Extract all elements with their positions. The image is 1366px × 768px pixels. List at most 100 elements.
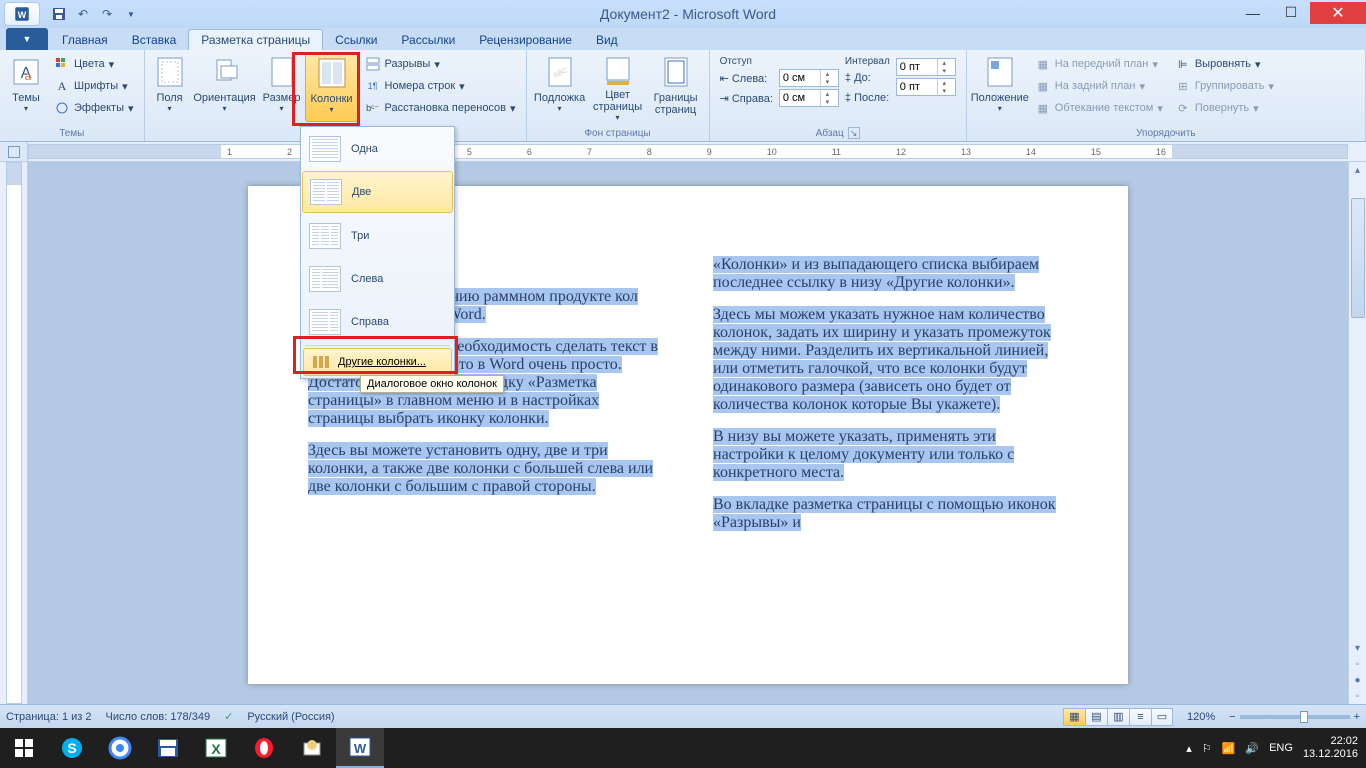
group-page-background: ABC Подложка▾ Цвет страницы▾ Границы стр… xyxy=(527,50,710,141)
menu-three-columns[interactable]: Три xyxy=(301,214,454,257)
tab-references[interactable]: Ссылки xyxy=(323,30,389,50)
browse-prev-icon[interactable]: ◦ xyxy=(1356,656,1360,672)
vertical-scrollbar[interactable]: ▴ ▾ ◦ ● ◦ xyxy=(1348,162,1366,704)
task-opera[interactable] xyxy=(240,728,288,768)
task-chrome[interactable] xyxy=(96,728,144,768)
columns-button[interactable]: Колонки▾ xyxy=(305,52,359,122)
tray-network-icon[interactable]: 📶 xyxy=(1222,742,1236,755)
colors-icon xyxy=(54,56,70,72)
tab-mailings[interactable]: Рассылки xyxy=(389,30,467,50)
indent-left-input[interactable]: ▴▾ xyxy=(779,69,839,87)
vertical-ruler[interactable] xyxy=(0,162,28,704)
wrap-text-button: ▦Обтекание текстом ▾ xyxy=(1033,98,1165,118)
rotate-icon: ⟳ xyxy=(1175,100,1191,116)
status-page[interactable]: Страница: 1 из 2 xyxy=(6,711,92,723)
window-title: Документ2 - Microsoft Word xyxy=(142,6,1234,22)
task-paint[interactable] xyxy=(288,728,336,768)
view-web[interactable]: ▥ xyxy=(1107,708,1129,726)
tab-view[interactable]: Вид xyxy=(584,30,630,50)
svg-text:W: W xyxy=(18,10,27,20)
breaks-icon xyxy=(365,56,381,72)
task-word[interactable]: W xyxy=(336,728,384,768)
position-icon xyxy=(984,56,1016,88)
tray-language[interactable]: ENG xyxy=(1269,742,1293,754)
page-borders-button[interactable]: Границы страниц xyxy=(647,52,705,122)
undo-icon[interactable]: ↶ xyxy=(72,3,94,25)
view-print-layout[interactable]: ▦ xyxy=(1063,708,1085,726)
line-numbers-button[interactable]: 1¶Номера строк ▾ xyxy=(363,76,518,96)
browse-next-icon[interactable]: ◦ xyxy=(1356,688,1360,704)
qat-dropdown-icon[interactable]: ▼ xyxy=(120,3,142,25)
breaks-button[interactable]: Разрывы ▾ xyxy=(363,54,518,74)
tray-show-hidden-icon[interactable]: ▴ xyxy=(1186,742,1192,755)
status-words[interactable]: Число слов: 178/349 xyxy=(106,711,211,723)
browse-object-icon[interactable]: ● xyxy=(1354,672,1360,688)
menu-two-columns[interactable]: Две xyxy=(302,171,453,213)
view-outline[interactable]: ≡ xyxy=(1129,708,1151,726)
menu-right-column[interactable]: Справа xyxy=(301,300,454,343)
bring-front-icon: ▦ xyxy=(1035,56,1051,72)
tray-flag-icon[interactable]: ⚐ xyxy=(1202,742,1212,755)
themes-button[interactable]: Aa Темы ▾ xyxy=(4,52,48,122)
tab-home[interactable]: Главная xyxy=(50,30,120,50)
zoom-in-icon[interactable]: + xyxy=(1354,711,1360,723)
columns-icon xyxy=(316,57,348,89)
horizontal-ruler[interactable]: 1234567 8910111213141516 xyxy=(0,142,1366,162)
wrap-icon: ▦ xyxy=(1035,100,1051,116)
save-icon[interactable] xyxy=(48,3,70,25)
task-skype[interactable]: S xyxy=(48,728,96,768)
tab-page-layout[interactable]: Разметка страницы xyxy=(188,29,323,50)
menu-one-column[interactable]: Одна xyxy=(301,127,454,170)
close-button[interactable]: ✕ xyxy=(1310,2,1366,24)
fonts-button[interactable]: AШрифты ▾ xyxy=(52,76,136,96)
tray-sound-icon[interactable]: 🔊 xyxy=(1245,742,1259,755)
spacing-after-input[interactable]: ▴▾ xyxy=(896,78,956,96)
tooltip: Диалоговое окно колонок xyxy=(360,375,504,393)
document-area: олбцы в Ворде ема посвящена созданию рам… xyxy=(0,162,1366,704)
align-button[interactable]: ⊫Выровнять ▾ xyxy=(1173,54,1276,74)
view-full-screen[interactable]: ▤ xyxy=(1085,708,1107,726)
status-language[interactable]: Русский (Россия) xyxy=(247,711,334,723)
view-draft[interactable]: ▭ xyxy=(1151,708,1173,726)
page-color-button[interactable]: Цвет страницы▾ xyxy=(589,52,647,122)
svg-text:S: S xyxy=(67,740,76,756)
scroll-up-icon[interactable]: ▴ xyxy=(1355,162,1360,178)
tab-insert[interactable]: Вставка xyxy=(120,30,189,50)
task-excel[interactable]: X xyxy=(192,728,240,768)
colors-button[interactable]: Цвета ▾ xyxy=(52,54,136,74)
tab-review[interactable]: Рецензирование xyxy=(467,30,584,50)
zoom-out-icon[interactable]: − xyxy=(1229,711,1235,723)
start-button[interactable] xyxy=(0,728,48,768)
file-tab[interactable]: ▼ xyxy=(6,28,48,50)
status-proof-icon[interactable]: ✓ xyxy=(224,710,233,723)
menu-left-column[interactable]: Слева xyxy=(301,257,454,300)
paragraph-launcher[interactable]: ↘ xyxy=(848,127,860,139)
scroll-down-icon[interactable]: ▾ xyxy=(1355,640,1360,656)
minimize-button[interactable]: — xyxy=(1234,2,1272,24)
tray-clock[interactable]: 22:02 13.12.2016 xyxy=(1303,735,1358,761)
scroll-thumb[interactable] xyxy=(1351,198,1365,318)
ribbon-tabs: ▼ Главная Вставка Разметка страницы Ссыл… xyxy=(0,28,1366,50)
watermark-icon: ABC xyxy=(544,56,576,88)
zoom-value[interactable]: 120% xyxy=(1187,711,1215,723)
menu-more-columns[interactable]: Другие колонки... xyxy=(303,348,452,376)
page-viewport[interactable]: олбцы в Ворде ема посвящена созданию рам… xyxy=(28,162,1348,704)
office-button[interactable]: W xyxy=(4,2,40,26)
watermark-button[interactable]: ABC Подложка▾ xyxy=(531,52,589,122)
zoom-slider[interactable]: − + xyxy=(1229,711,1360,723)
titlebar: W ↶ ↷ ▼ Документ2 - Microsoft Word — ☐ ✕ xyxy=(0,0,1366,28)
spacing-before-input[interactable]: ▴▾ xyxy=(896,58,956,76)
orientation-button[interactable]: Ориентация▾ xyxy=(191,52,259,122)
size-button[interactable]: Размер▾ xyxy=(259,52,305,122)
margins-button[interactable]: Поля▾ xyxy=(149,52,191,122)
task-explorer[interactable] xyxy=(144,728,192,768)
position-button[interactable]: Положение▾ xyxy=(971,52,1029,122)
maximize-button[interactable]: ☐ xyxy=(1272,2,1310,24)
tab-selector[interactable] xyxy=(0,142,28,161)
hyphenation-button[interactable]: bᶜ⁻Расстановка переносов ▾ xyxy=(363,98,518,118)
qat: W ↶ ↷ ▼ xyxy=(0,2,142,26)
indent-right-input[interactable]: ▴▾ xyxy=(779,89,839,107)
effects-button[interactable]: Эффекты ▾ xyxy=(52,98,136,118)
fonts-icon: A xyxy=(54,78,70,94)
redo-icon[interactable]: ↷ xyxy=(96,3,118,25)
